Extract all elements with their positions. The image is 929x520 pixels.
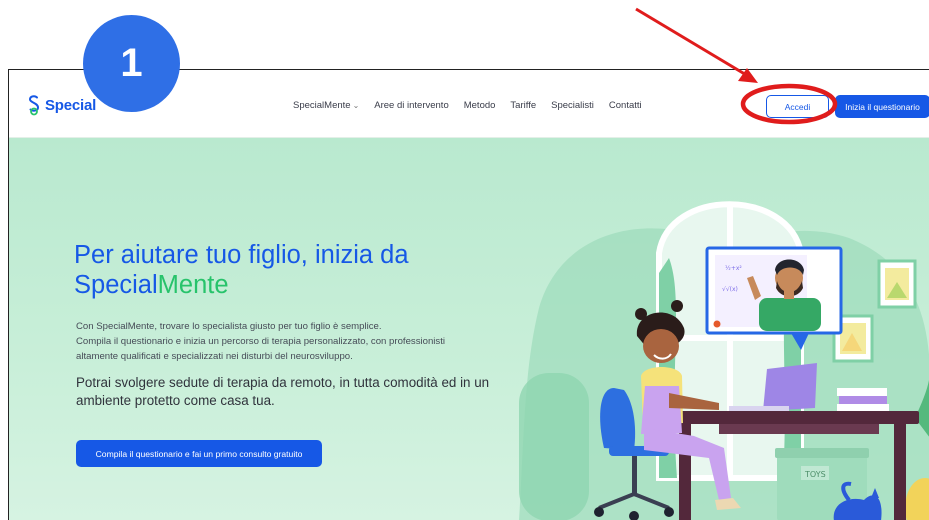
annotation-arrow-shaft (635, 7, 749, 78)
svg-text:√√(x): √√(x) (722, 286, 738, 293)
svg-text:½+x²: ½+x² (725, 265, 742, 272)
nav-item-specialisti[interactable]: Specialisti (551, 100, 594, 111)
toy-box-label: TOYS (804, 470, 826, 479)
screenshot-stage: Special SpecialMente ⌄ Aree di intervento… (0, 0, 929, 520)
logo-text: Special (45, 96, 97, 114)
nav-item-label: SpecialMente (293, 100, 351, 111)
hero-title-brand-accent: Mente (157, 271, 229, 299)
login-button[interactable]: Accedi (766, 95, 829, 118)
site-logo[interactable]: Special (26, 94, 96, 116)
main-nav: SpecialMente ⌄ Aree di intervento Metodo … (293, 100, 657, 111)
nav-item-specialmente[interactable]: SpecialMente ⌄ (293, 100, 359, 111)
nav-item-tariffe[interactable]: Tariffe (510, 100, 536, 111)
nav-item-contatti[interactable]: Contatti (609, 100, 642, 111)
step-number-badge: 1 (83, 15, 180, 112)
browser-viewport: Special SpecialMente ⌄ Aree di intervento… (8, 69, 929, 520)
hero-description-line: Con SpecialMente, trovare lo specialista… (76, 321, 382, 332)
logo-icon (28, 95, 40, 116)
hero-description: Con SpecialMente, trovare lo specialista… (76, 319, 546, 364)
hero-title-line1: Per aiutare tuo figlio, inizia da (74, 241, 409, 269)
hero-remote-line: Potrai svolgere sedute di terapia da rem… (76, 375, 490, 390)
hero-illustration: ½+x² √√(x) TOYS (519, 201, 929, 520)
nav-item-metodo[interactable]: Metodo (464, 100, 496, 111)
hero-title: Per aiutare tuo figlio, inizia da Specia… (74, 240, 494, 300)
hero-title-brand: Special (74, 271, 158, 299)
hero-section: Per aiutare tuo figlio, inizia da Specia… (9, 138, 929, 520)
chevron-down-icon: ⌄ (352, 101, 360, 110)
nav-item-aree-di-intervento[interactable]: Aree di intervento (374, 100, 448, 111)
hero-description-line: Compila il questionario e inizia un perc… (76, 336, 446, 347)
hero-description-line: altamente qualificati e specializzati ne… (76, 351, 353, 362)
hero-cta-button[interactable]: Compila il questionario e fai un primo c… (76, 440, 322, 467)
hero-remote-text: Potrai svolgere sedute di terapia da rem… (76, 374, 536, 410)
hero-remote-line: ambiente protetto come casa tua. (76, 393, 275, 408)
start-questionnaire-button[interactable]: Inizia il questionario (835, 95, 929, 118)
